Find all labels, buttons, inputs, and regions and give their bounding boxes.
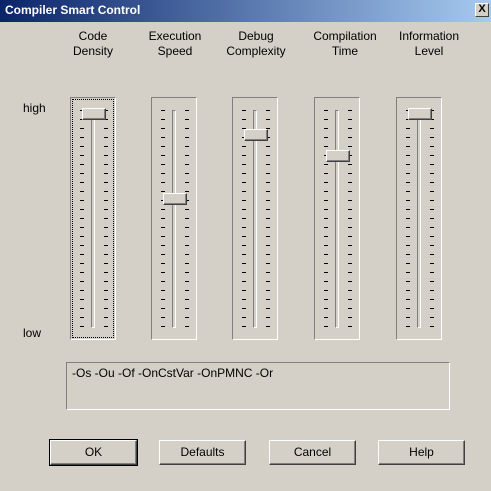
high-label: high bbox=[23, 101, 46, 115]
slider-thumb[interactable] bbox=[82, 108, 106, 120]
compilation-time-slider[interactable] bbox=[314, 97, 360, 340]
slider-thumb[interactable] bbox=[244, 129, 268, 141]
slider-thumb[interactable] bbox=[163, 193, 187, 205]
slider-thumb[interactable] bbox=[408, 108, 432, 120]
cancel-button[interactable]: Cancel bbox=[269, 440, 356, 465]
compilation-time-label: Compilation Time bbox=[313, 29, 377, 58]
defaults-button[interactable]: Defaults bbox=[159, 440, 246, 465]
title-bar[interactable]: Compiler Smart Control X bbox=[0, 0, 491, 22]
debug-complexity-label: Debug Complexity bbox=[226, 29, 286, 58]
compiler-options-text: -Os -Ou -Of -OnCstVar -OnPMNC -Or bbox=[72, 366, 274, 380]
slider-thumb[interactable] bbox=[326, 150, 350, 162]
slider-groove bbox=[172, 110, 176, 328]
slider-groove bbox=[335, 110, 339, 328]
low-label: low bbox=[23, 326, 42, 340]
code-density-slider[interactable] bbox=[70, 97, 116, 340]
slider-groove bbox=[253, 110, 257, 328]
slider-groove bbox=[91, 110, 95, 328]
debug-complexity-slider[interactable] bbox=[232, 97, 278, 340]
window-title: Compiler Smart Control bbox=[5, 3, 141, 17]
code-density-label: Code Density bbox=[72, 29, 113, 58]
information-level-label: Information Level bbox=[398, 29, 460, 58]
execution-speed-label: Execution Speed bbox=[148, 29, 202, 58]
compiler-options-field: -Os -Ou -Of -OnCstVar -OnPMNC -Or bbox=[66, 362, 450, 410]
slider-groove bbox=[417, 110, 421, 328]
help-button[interactable]: Help bbox=[378, 440, 465, 465]
close-icon[interactable]: X bbox=[475, 3, 489, 17]
compiler-smart-control-dialog: Compiler Smart Control X high low Code D… bbox=[0, 0, 491, 491]
ok-button[interactable]: OK bbox=[49, 439, 138, 466]
information-level-slider[interactable] bbox=[396, 97, 442, 340]
execution-speed-slider[interactable] bbox=[151, 97, 197, 340]
